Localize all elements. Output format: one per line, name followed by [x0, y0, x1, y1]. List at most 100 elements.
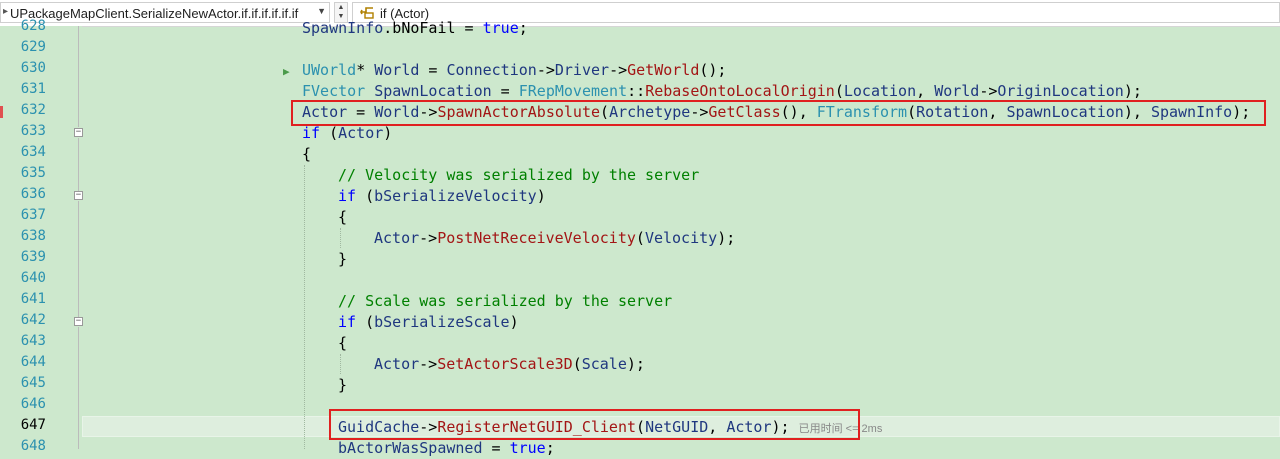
- line-number: 634: [20, 144, 46, 160]
- line-number: 635: [20, 165, 46, 181]
- line-number: 628: [20, 18, 46, 34]
- code-token: ;: [545, 439, 555, 457]
- line-number: 645: [20, 375, 46, 391]
- code-token: (: [356, 187, 375, 205]
- code-token: );: [717, 229, 736, 247]
- line-number: 637: [20, 207, 46, 223]
- line-number: 641: [20, 291, 46, 307]
- collapse-icon[interactable]: −: [74, 191, 83, 200]
- line-number: 644: [20, 354, 46, 370]
- highlight-box-register-guid: [329, 409, 860, 440]
- indent-guide: [304, 165, 305, 449]
- line-number: 629: [20, 39, 46, 55]
- code-comment-641: // Scale was serialized by the server: [338, 292, 673, 310]
- code-token: (: [834, 82, 844, 100]
- code-token: ->: [979, 82, 998, 100]
- line-number: 648: [20, 438, 46, 454]
- code-line-630: UWorld* World = Connection->Driver->GetW…: [302, 60, 726, 81]
- code-token: Location: [843, 82, 917, 100]
- code-token: Velocity: [644, 229, 718, 247]
- code-token: Actor: [374, 229, 420, 247]
- code-token: ();: [699, 61, 727, 79]
- code-line-642: if (bSerializeScale): [338, 312, 519, 333]
- line-number-current: 647: [20, 417, 46, 433]
- line-number: 638: [20, 228, 46, 244]
- code-token: UWorld: [302, 61, 357, 79]
- indent-guide: [340, 354, 341, 374]
- line-number: 633: [20, 123, 46, 139]
- highlight-box-spawn-actor: [291, 100, 1266, 126]
- code-token: );: [1123, 82, 1142, 100]
- code-token: ->: [536, 61, 555, 79]
- line-number: 639: [20, 249, 46, 265]
- code-token: OriginLocation: [997, 82, 1124, 100]
- code-token: .bNoFail =: [383, 19, 483, 37]
- code-token: (: [635, 229, 645, 247]
- line-number: 646: [20, 396, 46, 412]
- indent-guide: [340, 228, 341, 248]
- line-number: 640: [20, 270, 46, 286]
- code-token: SpawnInfo: [302, 19, 384, 37]
- code-token: true: [482, 19, 519, 37]
- code-line-639: }: [338, 250, 348, 268]
- line-number: 630: [20, 60, 46, 76]
- code-token: bSerializeScale: [374, 313, 510, 331]
- code-line-631: FVector SpawnLocation = FRepMovement::Re…: [302, 81, 1142, 102]
- code-token: SetActorScale3D: [437, 355, 573, 373]
- code-token: );: [626, 355, 645, 373]
- code-token: =: [491, 82, 519, 100]
- fold-guide: [78, 201, 79, 317]
- collapse-icon[interactable]: −: [74, 317, 83, 326]
- navigation-bar: ▸ UPackageMapClient.SerializeNewActor.if…: [0, 0, 1280, 27]
- code-token: ): [536, 187, 546, 205]
- code-token: GetWorld: [627, 61, 700, 79]
- code-token: World: [374, 61, 420, 79]
- code-token: ): [509, 313, 519, 331]
- code-token: World: [934, 82, 980, 100]
- code-token: ,: [916, 82, 935, 100]
- run-to-click-icon[interactable]: ▶: [283, 65, 290, 78]
- code-line-628: SpawnInfo.bNoFail = true;: [302, 18, 528, 39]
- code-token: if: [338, 187, 357, 205]
- chevron-down-icon[interactable]: ▼: [317, 6, 326, 16]
- code-token: ->: [419, 355, 438, 373]
- code-token: ): [383, 124, 393, 142]
- code-token: *: [356, 61, 375, 79]
- code-token: SpawnLocation: [374, 82, 492, 100]
- code-token: ->: [419, 229, 438, 247]
- scope-dropdown[interactable]: ▸ UPackageMapClient.SerializeNewActor.if…: [0, 2, 330, 23]
- fold-guide: [78, 138, 79, 194]
- code-token: PostNetReceiveVelocity: [437, 229, 636, 247]
- chevron-up-icon[interactable]: ▲: [335, 3, 347, 12]
- code-token: if: [302, 124, 321, 142]
- code-token: RebaseOntoLocalOrigin: [645, 82, 835, 100]
- code-token: FVector: [302, 82, 366, 100]
- code-token: (: [572, 355, 582, 373]
- code-line-636: if (bSerializeVelocity): [338, 186, 546, 207]
- code-token: ;: [518, 19, 528, 37]
- code-token: (: [356, 313, 375, 331]
- line-number: 643: [20, 333, 46, 349]
- code-token: Connection: [446, 61, 537, 79]
- code-token: ->: [609, 61, 628, 79]
- code-token: =: [482, 439, 510, 457]
- fold-guide: [78, 26, 79, 127]
- fold-guide: [78, 327, 79, 449]
- code-token: Actor: [338, 124, 384, 142]
- code-token: (: [320, 124, 339, 142]
- code-token: FRepMovement: [518, 82, 628, 100]
- code-line-644: Actor->SetActorScale3D(Scale);: [374, 354, 645, 375]
- code-token: if: [338, 313, 357, 331]
- code-token: Scale: [581, 355, 627, 373]
- code-token: Driver: [554, 61, 610, 79]
- line-number: 642: [20, 312, 46, 328]
- code-line-633: if (Actor): [302, 123, 392, 144]
- collapse-icon[interactable]: −: [74, 128, 83, 137]
- code-token: bSerializeVelocity: [374, 187, 537, 205]
- code-line-637: {: [338, 208, 348, 226]
- code-line-643: {: [338, 334, 348, 352]
- code-token: bActorWasSpawned: [338, 439, 483, 457]
- code-token: true: [509, 439, 546, 457]
- code-token: =: [419, 61, 447, 79]
